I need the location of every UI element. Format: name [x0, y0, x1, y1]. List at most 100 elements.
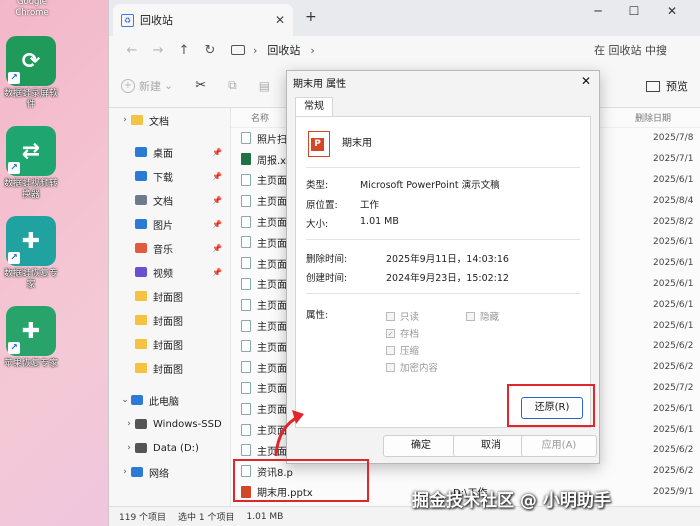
file-name: 期末用	[342, 138, 372, 149]
pic-icon	[135, 219, 147, 229]
music-icon	[135, 243, 147, 253]
column-delete-date[interactable]: 删除日期	[635, 111, 671, 124]
desktop-shortcut[interactable]: ⟳ ↗ 数据蛙录屏软件	[0, 36, 62, 111]
new-tab-button[interactable]: +	[305, 9, 317, 25]
address-box[interactable]: › 回收站 ›	[231, 38, 588, 62]
compress-label: 压缩	[400, 346, 420, 357]
attributes-label: 属性:	[306, 310, 329, 321]
sidebar-item-label: 音乐	[153, 244, 173, 256]
image-file-icon	[241, 444, 251, 457]
apply-button[interactable]: 应用(A)	[521, 435, 597, 457]
preview-button[interactable]: 预览	[646, 78, 688, 94]
app-icon: ⇄ ↗	[6, 126, 56, 176]
sidebar-item-label: 网络	[149, 468, 169, 480]
desktop-shortcut[interactable]: ✚ ↗ 数据蛙恢复专家	[0, 216, 62, 291]
image-file-icon	[241, 277, 251, 290]
cancel-button[interactable]: 取消	[453, 435, 529, 457]
desktop-shortcut[interactable]: ⇄ ↗ 数据蛙视频转换器	[0, 126, 62, 201]
desktop-shortcut[interactable]: ✚ ↗ 苹果恢复专家	[0, 306, 62, 370]
ok-button[interactable]: 确定	[383, 435, 459, 457]
deleted-value: 2025年9月11日，14:03:16	[386, 254, 509, 265]
delete-date: 2025/8/4	[653, 195, 694, 206]
encrypt-checkbox[interactable]: 加密内容	[386, 360, 438, 374]
image-file-icon	[241, 319, 251, 332]
location-label: 原位置:	[306, 200, 338, 211]
hidden-checkbox[interactable]: 隐藏	[466, 309, 499, 323]
sidebar-item[interactable]: 文档 📌	[109, 188, 230, 212]
app-icon: ✚ ↗	[6, 216, 56, 266]
sidebar-item[interactable]: 封面图	[109, 308, 230, 332]
checkmark-icon: ✓	[386, 328, 395, 338]
sidebar-item-label: 此电脑	[149, 396, 179, 408]
sidebar-item[interactable]: ⌄ 此电脑	[109, 388, 230, 412]
sidebar-item[interactable]: 封面图	[109, 284, 230, 308]
pc-icon	[131, 395, 143, 405]
copy-button[interactable]: ⧉	[228, 78, 237, 93]
sidebar-item[interactable]: 桌面 📌	[109, 140, 230, 164]
delete-date: 2025/6/1	[653, 278, 694, 289]
sidebar-item[interactable]: 音乐 📌	[109, 236, 230, 260]
minimize-button[interactable]: ─	[583, 4, 613, 18]
created-label: 创建时间:	[306, 273, 348, 284]
tab-general[interactable]: 常规	[295, 97, 333, 117]
sidebar-item[interactable]: 下载 📌	[109, 164, 230, 188]
dialog-close-button[interactable]: ✕	[581, 74, 591, 88]
sidebar-item-label: 桌面	[153, 148, 173, 160]
app-icon: ⟳ ↗	[6, 36, 56, 86]
cut-button[interactable]: ✂	[195, 78, 206, 93]
close-tab-icon[interactable]: ✕	[275, 13, 285, 27]
sidebar-item[interactable]: 视频 📌	[109, 260, 230, 284]
sidebar-item[interactable]: › 文档	[109, 108, 230, 132]
chevron-down-icon: ⌄	[164, 79, 174, 92]
search-input[interactable]: 在 回收站 中搜	[588, 42, 700, 58]
sidebar-item-label: 文档	[149, 116, 169, 128]
video-icon	[135, 267, 147, 277]
sidebar-item[interactable]: 封面图	[109, 332, 230, 356]
sidebar-item[interactable]: 图片 📌	[109, 212, 230, 236]
archive-checkbox[interactable]: ✓ 存档	[386, 326, 419, 340]
new-label: 新建	[139, 79, 161, 93]
plus-icon: +	[121, 78, 135, 93]
sidebar-item-label: 封面图	[153, 316, 183, 328]
image-file-icon	[241, 298, 251, 311]
paste-button[interactable]: ▤	[259, 79, 270, 93]
maximize-button[interactable]: ☐	[619, 4, 649, 18]
powerpoint-file-icon: P	[308, 131, 330, 157]
sidebar-item[interactable]: 封面图	[109, 356, 230, 380]
type-label: 类型:	[306, 180, 329, 191]
created-value: 2024年9月23日，15:02:12	[386, 273, 509, 284]
forward-button[interactable]: →	[145, 43, 171, 58]
up-button[interactable]: ↑	[171, 43, 197, 58]
excel-file-icon	[241, 153, 251, 166]
folder-icon	[131, 115, 143, 125]
delete-date: 2025/6/1	[653, 299, 694, 310]
chevron-icon[interactable]: ›	[123, 419, 135, 429]
refresh-button[interactable]: ↻	[197, 43, 223, 58]
sidebar-item-label: 封面图	[153, 364, 183, 376]
item-count: 119 个项目	[119, 513, 167, 523]
back-button[interactable]: ←	[119, 43, 145, 58]
readonly-checkbox[interactable]: 只读	[386, 309, 419, 323]
chevron-right-icon: ›	[253, 43, 258, 57]
close-window-button[interactable]: ✕	[657, 4, 687, 18]
chevron-icon[interactable]: ›	[123, 443, 135, 453]
sidebar-item[interactable]: › Windows-SSD	[109, 412, 230, 436]
pin-icon: 📌	[212, 195, 222, 205]
location-value: 工作	[360, 200, 380, 211]
chevron-right-icon: ›	[310, 43, 315, 57]
desktop-icon	[135, 147, 147, 157]
tab-recycle-bin[interactable]: ♻ 回收站 ✕	[113, 4, 293, 36]
chrome-label[interactable]: Google Chrome	[4, 0, 60, 19]
sidebar-item[interactable]: › Data (D:)	[109, 436, 230, 460]
annotation-arrow-icon	[274, 410, 304, 457]
divider	[306, 239, 580, 240]
chevron-icon[interactable]: ›	[119, 115, 131, 125]
new-button[interactable]: + 新建 ⌄	[121, 78, 173, 94]
sidebar-item[interactable]: › 网络	[109, 460, 230, 484]
sidebar-item-label: 封面图	[153, 292, 183, 304]
compress-checkbox[interactable]: 压缩	[386, 343, 419, 357]
chevron-icon[interactable]: ›	[119, 467, 131, 477]
chevron-icon[interactable]: ⌄	[119, 395, 131, 405]
